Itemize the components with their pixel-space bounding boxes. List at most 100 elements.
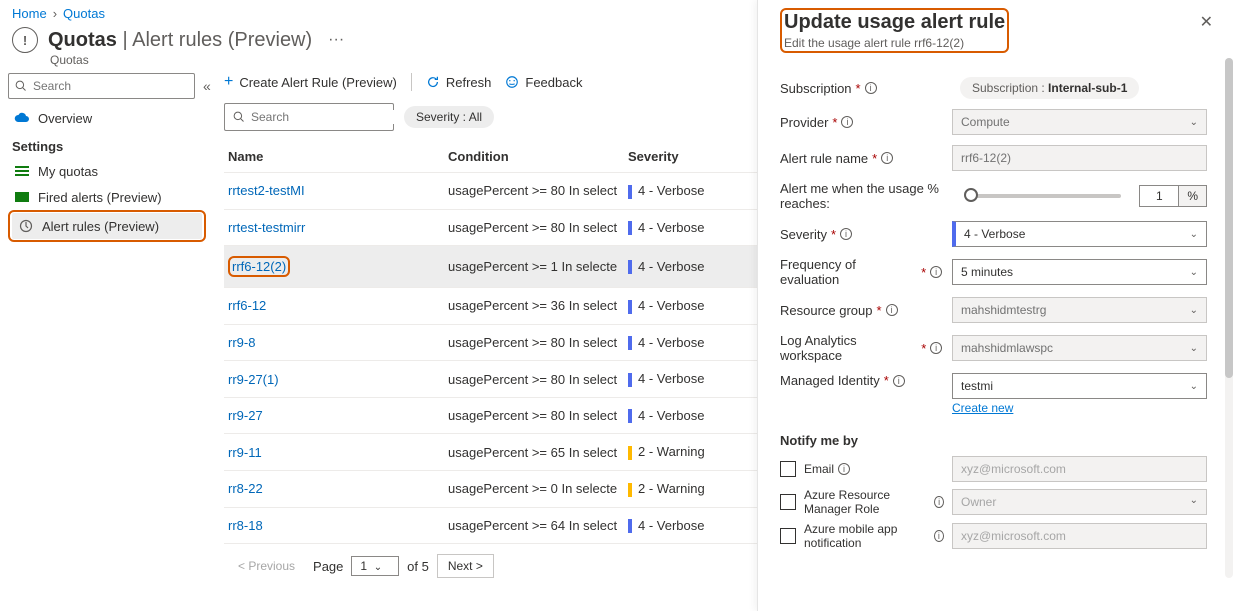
create-new-link[interactable]: Create new xyxy=(952,401,1207,415)
severity-select[interactable]: 4 - Verbose⌄ xyxy=(952,221,1207,247)
rule-name-link[interactable]: rrtest-testmirr xyxy=(228,220,305,235)
of-label: of 5 xyxy=(407,559,429,574)
workspace-label: Log Analytics workspace xyxy=(780,333,917,363)
panel-subtitle: Edit the usage alert rule rrf6-12(2) xyxy=(784,36,1005,50)
alert-threshold-label: Alert me when the usage % reaches: xyxy=(780,181,950,211)
chevron-down-icon: ⌄ xyxy=(1190,229,1198,240)
info-icon[interactable]: i xyxy=(840,228,852,240)
breadcrumb-current[interactable]: Quotas xyxy=(63,6,105,21)
table-search-input[interactable] xyxy=(251,110,406,124)
breadcrumb-home[interactable]: Home xyxy=(12,6,47,21)
nav-item-label: My quotas xyxy=(38,164,98,179)
resourcegroup-label: Resource group xyxy=(780,303,873,318)
rule-name-link[interactable]: rr9-27 xyxy=(228,408,263,423)
severity-bar-icon xyxy=(628,300,632,314)
severity-cell: 4 - Verbose xyxy=(628,220,748,236)
info-icon[interactable]: i xyxy=(838,463,850,475)
create-alert-rule-button[interactable]: + Create Alert Rule (Preview) xyxy=(224,73,397,91)
notify-section-title: Notify me by xyxy=(780,433,1207,448)
col-header-severity[interactable]: Severity xyxy=(628,149,748,164)
nav-overview[interactable]: Overview xyxy=(8,105,206,131)
nav-my-quotas[interactable]: My quotas xyxy=(8,158,206,184)
info-icon[interactable]: i xyxy=(934,530,944,542)
email-checkbox[interactable] xyxy=(780,461,796,477)
rule-name-link[interactable]: rr9-11 xyxy=(228,445,262,460)
close-icon[interactable]: ✕ xyxy=(1196,8,1217,36)
subscription-value: Subscription : Internal-sub-1 xyxy=(960,77,1139,99)
managed-identity-select[interactable]: testmi⌄ xyxy=(952,373,1207,399)
rule-name-link[interactable]: rr8-22 xyxy=(228,481,263,496)
severity-bar-icon xyxy=(628,409,632,423)
panel-scrollbar-thumb[interactable] xyxy=(1225,58,1233,378)
rule-name-link[interactable]: rrf6-12 xyxy=(228,298,266,313)
sidebar: « Overview Settings My quotas Fired aler… xyxy=(0,67,214,588)
quota-icon xyxy=(12,27,38,53)
severity-label: Severity xyxy=(780,227,827,242)
info-icon[interactable]: i xyxy=(930,342,942,354)
collapse-sidebar-button[interactable]: « xyxy=(199,78,215,94)
arm-role-select[interactable]: Owner⌄ xyxy=(952,489,1207,515)
chevron-right-icon: › xyxy=(53,6,57,21)
slider-thumb[interactable] xyxy=(964,188,978,202)
managed-identity-label: Managed Identity xyxy=(780,373,880,388)
prev-page-button[interactable]: < Previous xyxy=(228,555,305,577)
chevron-down-icon: ⌄ xyxy=(1190,343,1198,354)
info-icon[interactable]: i xyxy=(930,266,942,278)
col-header-condition[interactable]: Condition xyxy=(448,149,628,164)
more-actions-button[interactable]: ··· xyxy=(322,31,350,49)
severity-cell: 4 - Verbose xyxy=(628,183,748,199)
severity-filter-pill[interactable]: Severity : All xyxy=(404,106,494,128)
plus-icon: + xyxy=(224,73,233,91)
refresh-label: Refresh xyxy=(446,75,492,90)
refresh-icon xyxy=(426,75,440,89)
nav-fired-alerts[interactable]: Fired alerts (Preview) xyxy=(8,184,206,210)
severity-cell: 4 - Verbose xyxy=(628,335,748,351)
next-page-button[interactable]: Next > xyxy=(437,554,494,578)
refresh-button[interactable]: Refresh xyxy=(426,75,492,90)
condition-cell: usagePercent >= 1 In selecte xyxy=(448,259,628,274)
info-icon[interactable]: i xyxy=(881,152,893,164)
severity-bar-icon xyxy=(628,483,632,497)
rule-name-link[interactable]: rr8-18 xyxy=(228,518,263,533)
list-icon xyxy=(14,163,30,179)
page-label: Page xyxy=(313,559,343,574)
rule-name-link[interactable]: rrtest2-testMI xyxy=(228,183,305,198)
rule-name-link[interactable]: rr9-27(1) xyxy=(228,372,279,387)
nav-alert-rules[interactable]: Alert rules (Preview) xyxy=(12,213,202,239)
page-select[interactable]: 1 ⌄ xyxy=(351,556,399,576)
severity-bar-icon xyxy=(628,185,632,199)
mobile-app-input[interactable]: xyz@microsoft.com xyxy=(952,523,1207,549)
threshold-value-input[interactable]: 1 xyxy=(1139,185,1179,207)
feedback-button[interactable]: Feedback xyxy=(505,75,582,90)
info-icon[interactable]: i xyxy=(841,116,853,128)
severity-cell: 2 - Warning xyxy=(628,444,748,460)
feedback-icon xyxy=(505,75,519,89)
toolbar-separator xyxy=(411,73,412,91)
sidebar-search-input[interactable] xyxy=(33,79,188,93)
rule-name-link[interactable]: rr9-8 xyxy=(228,335,255,350)
arm-role-label: Azure Resource Manager Role xyxy=(804,488,930,516)
severity-cell: 2 - Warning xyxy=(628,481,748,497)
info-icon[interactable]: i xyxy=(893,375,905,387)
condition-cell: usagePercent >= 80 In select xyxy=(448,220,628,235)
info-icon[interactable]: i xyxy=(865,82,877,94)
severity-bar-icon xyxy=(628,519,632,533)
workspace-select: mahshidmlawspc⌄ xyxy=(952,335,1207,361)
email-input[interactable]: xyz@microsoft.com xyxy=(952,456,1207,482)
frequency-select[interactable]: 5 minutes⌄ xyxy=(952,259,1207,285)
mobile-app-checkbox[interactable] xyxy=(780,528,796,544)
arm-role-checkbox[interactable] xyxy=(780,494,796,510)
page-title: Quotas | Alert rules (Preview) xyxy=(48,29,312,52)
severity-cell: 4 - Verbose xyxy=(628,259,748,275)
info-icon[interactable]: i xyxy=(934,496,944,508)
info-icon[interactable]: i xyxy=(886,304,898,316)
update-alert-panel: Update usage alert rule Edit the usage a… xyxy=(757,0,1235,611)
rule-name-link[interactable]: rrf6-12(2) xyxy=(232,259,286,274)
threshold-slider[interactable] xyxy=(968,194,1121,198)
col-header-name[interactable]: Name xyxy=(228,149,448,164)
severity-cell: 4 - Verbose xyxy=(628,408,748,424)
condition-cell: usagePercent >= 0 In selecte xyxy=(448,481,628,496)
provider-label: Provider xyxy=(780,115,828,130)
chevron-down-icon: ⌄ xyxy=(1190,267,1198,278)
condition-cell: usagePercent >= 80 In select xyxy=(448,183,628,198)
